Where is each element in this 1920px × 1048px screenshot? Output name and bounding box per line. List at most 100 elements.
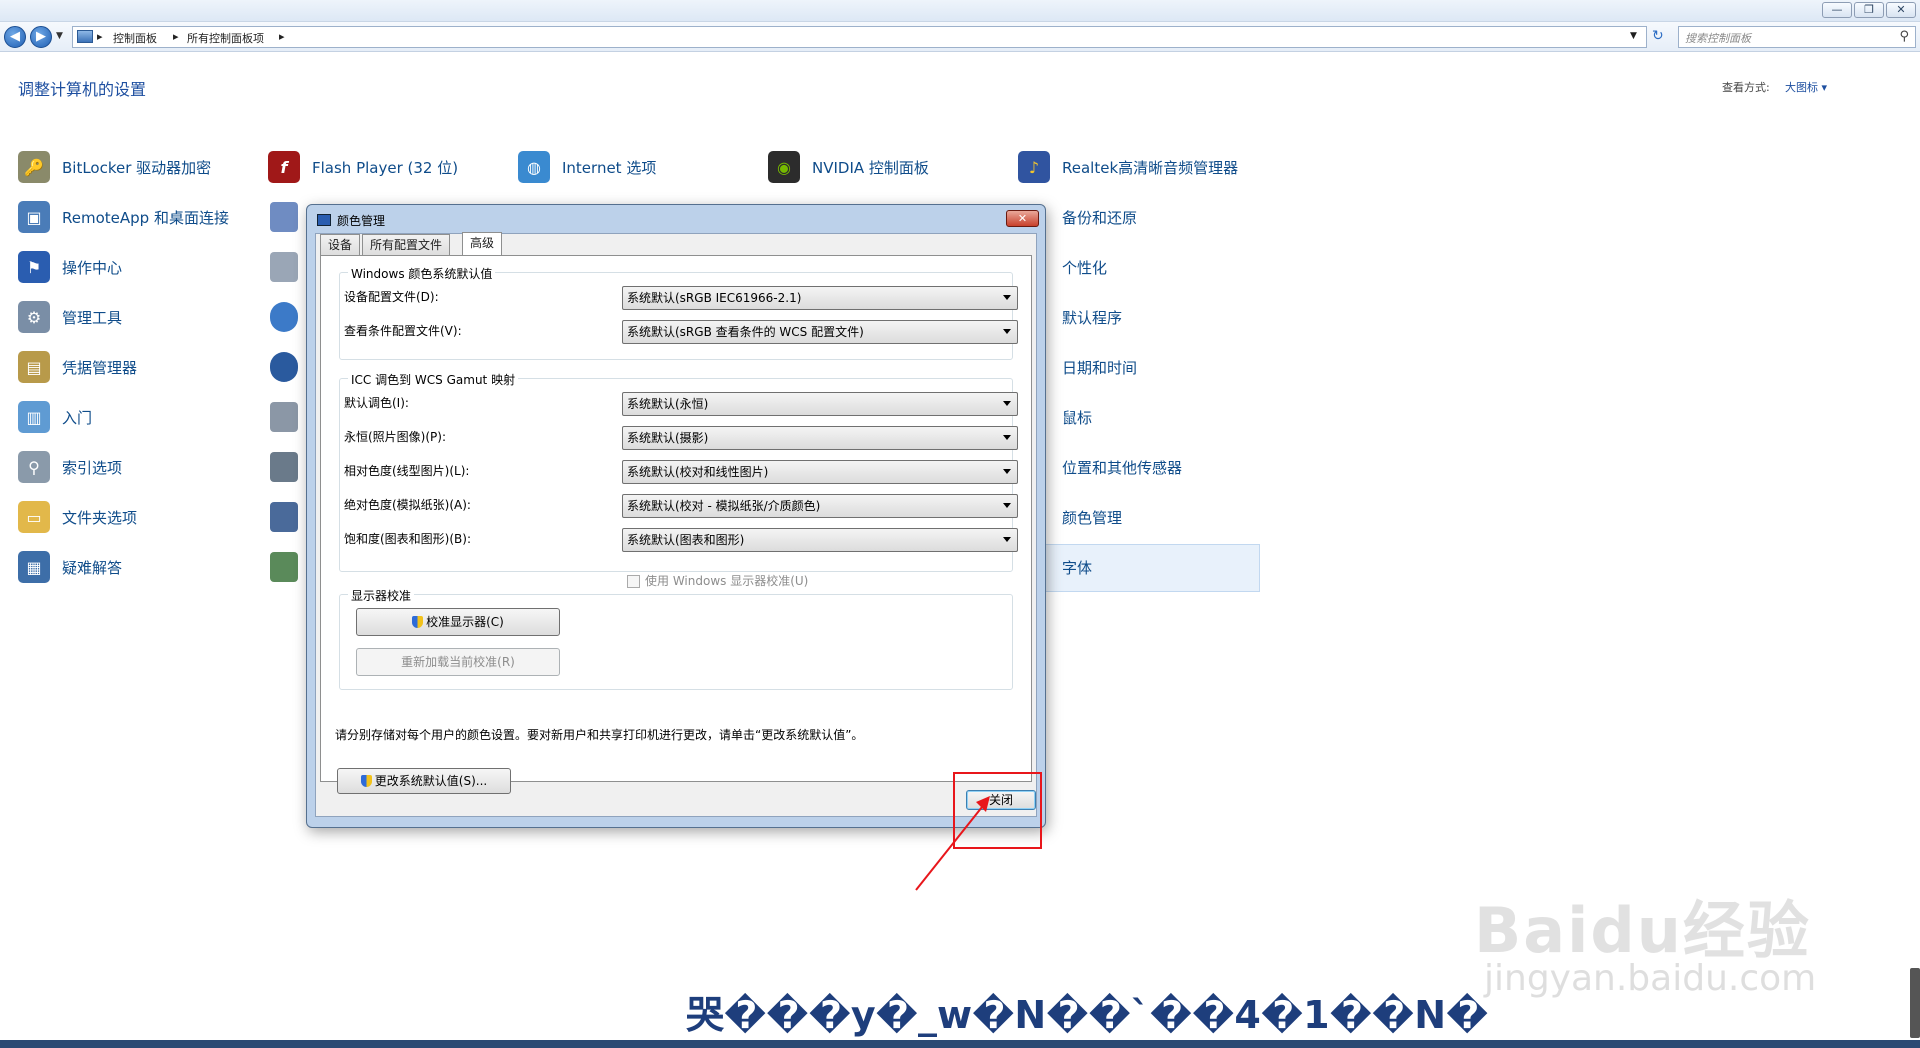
device-profile-select[interactable]: 系统默认(sRGB IEC61966-2.1): [622, 286, 1018, 310]
group-title: ICC 调色到 WCS Gamut 映射: [348, 371, 519, 388]
cp-item-label: 字体: [1062, 558, 1093, 577]
window-titlebar: — ❐ ✕: [0, 0, 1920, 22]
refresh-icon[interactable]: ↻: [1652, 28, 1664, 44]
default-rendering-select[interactable]: 系统默认(永恒): [622, 392, 1018, 416]
select-value: 系统默认(摄影): [627, 431, 709, 445]
absolute-colorimetric-select[interactable]: 系统默认(校对 - 模拟纸张/介质颜色): [622, 494, 1018, 518]
cp-item-label: 位置和其他传感器: [1062, 458, 1183, 477]
uac-shield-icon: [412, 616, 424, 628]
cp-item-label: 管理工具: [62, 308, 123, 327]
cp-item-bitlocker[interactable]: 🔑 BitLocker 驱动器加密: [18, 147, 211, 187]
cp-item-nvidia[interactable]: ◉ NVIDIA 控制面板: [768, 147, 929, 187]
cp-item-label: 颜色管理: [1062, 508, 1123, 527]
cp-item-location-sensors[interactable]: 位置和其他传感器: [1022, 447, 1182, 487]
tab-advanced[interactable]: 高级: [462, 232, 503, 256]
history-dropdown-icon[interactable]: ▼: [56, 31, 63, 41]
watermark-url: jingyan.baidu.com: [1484, 958, 1817, 999]
checkbox-label: 使用 Windows 显示器校准(U): [645, 574, 809, 588]
color-management-dialog: 颜色管理 ✕ 设备 所有配置文件 高级 Windows 颜色系统默认值 设备配置…: [306, 204, 1046, 828]
magnifier-icon: ⚲: [18, 451, 50, 483]
cp-item-realtek[interactable]: ♪ Realtek高清晰音频管理器: [1018, 147, 1238, 187]
cp-item-folder-options[interactable]: ▭ 文件夹选项: [18, 497, 137, 537]
search-icon[interactable]: ⚲: [1899, 29, 1909, 44]
select-value: 系统默认(校对 - 模拟纸张/介质颜色): [627, 499, 821, 513]
breadcrumb-separator-icon[interactable]: ▸: [97, 30, 103, 43]
breadcrumb-separator-icon[interactable]: ▸: [173, 30, 179, 43]
cp-item-label: 鼠标: [1062, 408, 1093, 427]
select-value: 系统默认(校对和线性图片): [627, 465, 769, 479]
breadcrumb-all-items[interactable]: 所有控制面板项: [187, 30, 264, 46]
cp-item-label: NVIDIA 控制面板: [812, 158, 929, 177]
cp-item-indexing[interactable]: ⚲ 索引选项: [18, 447, 122, 487]
saturation-select[interactable]: 系统默认(图表和图形): [622, 528, 1018, 552]
partial-item-icon[interactable]: [270, 352, 298, 382]
address-field[interactable]: ▸ 控制面板 ▸ 所有控制面板项 ▸ ▼: [72, 26, 1647, 48]
annotation-arrow-icon: [915, 796, 990, 891]
realtek-audio-icon: ♪: [1018, 151, 1050, 183]
partial-item-icon[interactable]: [270, 502, 298, 532]
use-windows-calibration-checkbox[interactable]: [627, 575, 640, 588]
device-profile-label: 设备配置文件(D):: [344, 290, 439, 304]
relative-colorimetric-label: 相对色度(线型图片)(L):: [344, 464, 470, 478]
chevron-down-icon: [1003, 537, 1011, 542]
dialog-close-button[interactable]: ✕: [1006, 210, 1039, 227]
tab-devices[interactable]: 设备: [320, 234, 361, 255]
cp-item-credential-manager[interactable]: ▤ 凭据管理器: [18, 347, 137, 387]
page-title: 调整计算机的设置: [18, 80, 147, 99]
group-title: Windows 颜色系统默认值: [348, 265, 496, 282]
cp-item-label: 疑难解答: [62, 558, 123, 577]
tab-all-profiles[interactable]: 所有配置文件: [362, 234, 451, 255]
address-bar: ◀ ▶ ▼ ▸ 控制面板 ▸ 所有控制面板项 ▸ ▼ ↻ 搜索控制面板 ⚲: [0, 22, 1920, 52]
close-window-button[interactable]: ✕: [1886, 2, 1916, 18]
select-value: 系统默认(永恒): [627, 397, 709, 411]
flash-icon: f: [268, 151, 300, 183]
uac-shield-icon: [360, 775, 372, 787]
perceptual-select[interactable]: 系统默认(摄影): [622, 426, 1018, 450]
partial-item-icon[interactable]: [270, 252, 298, 282]
search-input[interactable]: 搜索控制面板 ⚲: [1678, 26, 1916, 48]
wcs-defaults-group: Windows 颜色系统默认值 设备配置文件(D): 系统默认(sRGB IEC…: [339, 265, 1018, 360]
cp-item-label: RemoteApp 和桌面连接: [62, 208, 229, 227]
forward-arrow-icon[interactable]: ▶: [30, 26, 52, 48]
partial-item-icon[interactable]: [270, 202, 298, 232]
cp-item-label: Flash Player (32 位): [312, 158, 459, 177]
view-mode-dropdown[interactable]: 大图标 ▾: [1785, 79, 1827, 95]
cp-item-getting-started[interactable]: ▥ 入门: [18, 397, 92, 437]
cp-item-action-center[interactable]: ⚑ 操作中心: [18, 247, 122, 287]
back-arrow-icon[interactable]: ◀: [4, 26, 26, 48]
folder-icon: ▭: [18, 501, 50, 533]
chevron-down-icon: [1003, 329, 1011, 334]
cp-item-remoteapp[interactable]: ▣ RemoteApp 和桌面连接: [18, 197, 229, 237]
remoteapp-icon: ▣: [18, 201, 50, 233]
cp-item-flash-player[interactable]: f Flash Player (32 位): [268, 147, 458, 187]
absolute-colorimetric-label: 绝对色度(模拟纸张)(A):: [344, 498, 471, 512]
partial-item-icon[interactable]: [270, 552, 298, 582]
breadcrumb-separator-icon[interactable]: ▸: [279, 30, 285, 43]
credential-vault-icon: ▤: [18, 351, 50, 383]
garbled-caption: 哭���y�_w�N��`��4�1��N�: [686, 993, 1489, 1037]
partial-item-icon[interactable]: [270, 402, 298, 432]
change-system-defaults-button[interactable]: 更改系统默认值(S)...: [337, 768, 511, 794]
relative-colorimetric-select[interactable]: 系统默认(校对和线性图片): [622, 460, 1018, 484]
minimize-button[interactable]: —: [1822, 2, 1852, 18]
partial-item-icon[interactable]: [270, 452, 298, 482]
display-calibration-group: 显示器校准 校准显示器(C) 重新加载当前校准(R): [339, 587, 1013, 690]
group-title: 显示器校准: [348, 587, 415, 604]
viewing-conditions-select[interactable]: 系统默认(sRGB 查看条件的 WCS 配置文件): [622, 320, 1018, 344]
breadcrumb-control-panel[interactable]: 控制面板: [113, 30, 157, 46]
cp-item-internet-options[interactable]: ◍ Internet 选项: [518, 147, 656, 187]
dialog-title: 颜色管理: [337, 214, 386, 228]
partial-item-icon[interactable]: [270, 302, 298, 332]
bitlocker-icon: 🔑: [18, 151, 50, 183]
maximize-button[interactable]: ❐: [1854, 2, 1884, 18]
scrollbar-thumb[interactable]: [1910, 968, 1920, 1038]
chevron-down-icon: [1003, 401, 1011, 406]
calibrate-display-button[interactable]: 校准显示器(C): [356, 608, 560, 636]
cp-item-label: 默认程序: [1062, 308, 1123, 327]
cp-item-label: Realtek高清晰音频管理器: [1062, 158, 1239, 177]
cp-item-admin-tools[interactable]: ⚙ 管理工具: [18, 297, 122, 337]
reload-calibration-button[interactable]: 重新加载当前校准(R): [356, 648, 560, 676]
address-dropdown-icon[interactable]: ▼: [1630, 31, 1637, 41]
cp-item-label: 入门: [62, 408, 93, 427]
cp-item-troubleshooting[interactable]: ▦ 疑难解答: [18, 547, 122, 587]
